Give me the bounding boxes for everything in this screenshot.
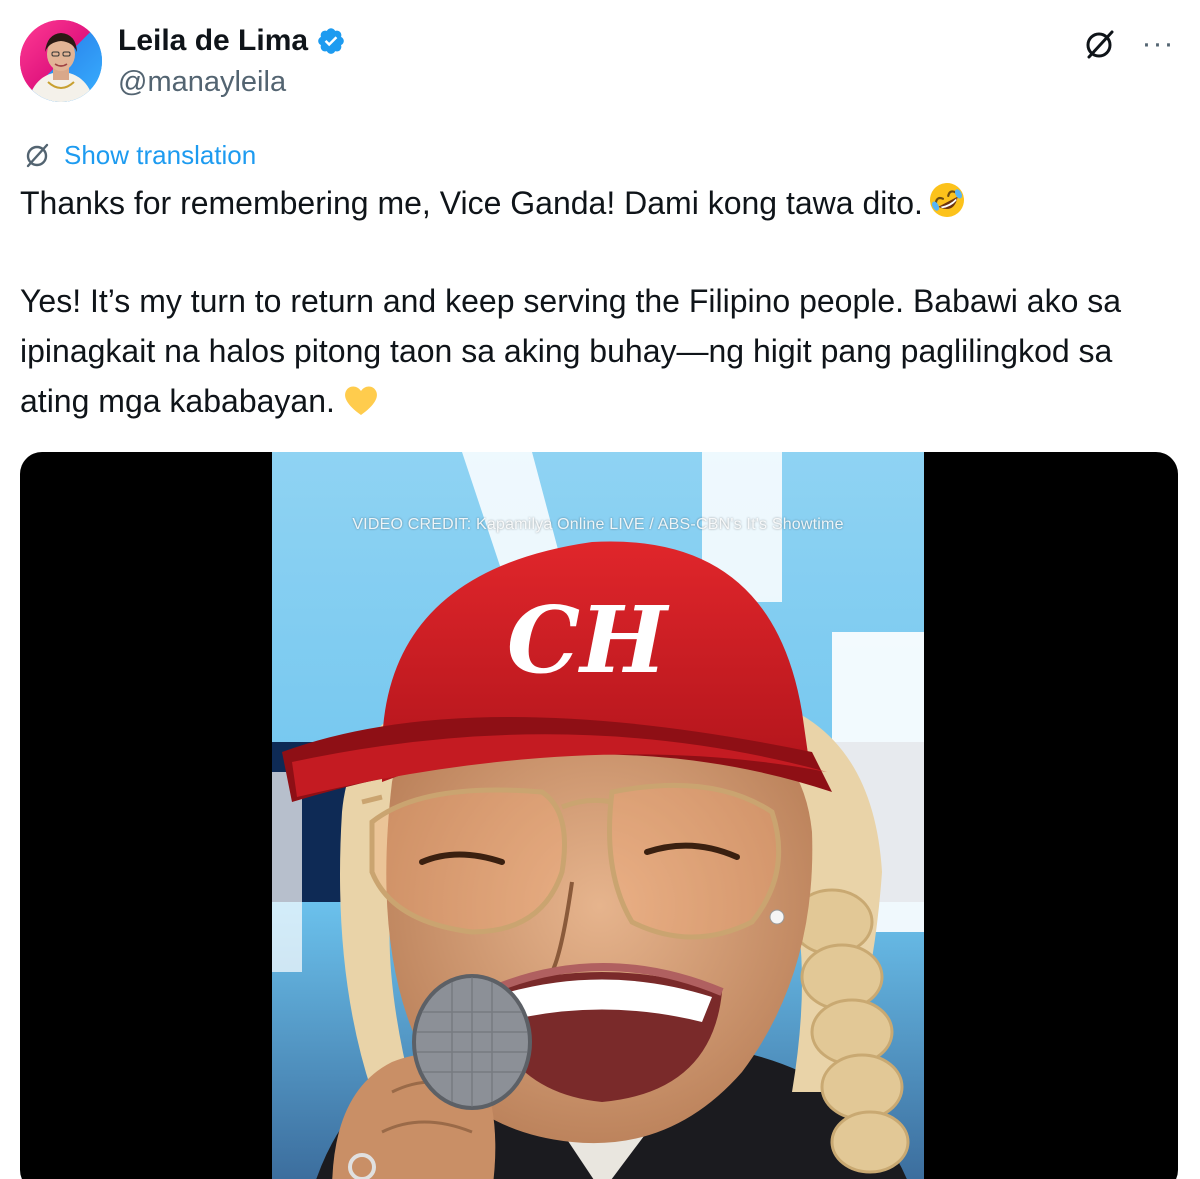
author-avatar[interactable] — [20, 20, 102, 102]
tweet-paragraph-1: Thanks for remembering me, Vice Ganda! D… — [20, 178, 1180, 228]
cap-logo: CH — [507, 586, 670, 694]
verified-badge-icon — [318, 28, 344, 54]
show-translation-label[interactable]: Show translation — [64, 138, 256, 172]
rolling-on-floor-laughing-emoji-icon — [929, 183, 964, 217]
grok-slash-circle-icon[interactable] — [1080, 24, 1120, 64]
avatar-image — [20, 20, 102, 102]
video-credit-caption: VIDEO CREDIT: Kapamilya Online LIVE / AB… — [352, 516, 844, 533]
tweet-paragraph-2: Yes! It’s my turn to return and keep ser… — [20, 276, 1180, 426]
grok-translate-icon — [26, 143, 49, 168]
tweet-text: Thanks for remembering me, Vice Ganda! D… — [20, 178, 1180, 426]
tweet-video[interactable]: CH VIDEO CREDIT: Kapamilya Online LIVE /… — [20, 452, 1178, 1179]
video-frame: CH VIDEO CREDIT: Kapamilya Online LIVE /… — [272, 452, 924, 1179]
tweet-card: Leila de Lima @manayleila ··· Show trans… — [0, 0, 1200, 1179]
author-name[interactable]: Leila de Lima — [118, 22, 346, 60]
author-name-text[interactable]: Leila de Lima — [118, 22, 308, 60]
header-actions: ··· — [1080, 24, 1178, 64]
show-translation-link[interactable]: Show translation — [22, 138, 256, 172]
more-options-icon[interactable]: ··· — [1138, 29, 1178, 59]
author-handle[interactable]: @manayleila — [118, 64, 286, 100]
yellow-heart-emoji-icon — [344, 386, 377, 415]
tweet-paragraph-1-text: Thanks for remembering me, Vice Ganda! D… — [20, 185, 923, 221]
video-still-image: CH — [272, 452, 924, 1179]
tweet-paragraph-2-text: Yes! It’s my turn to return and keep ser… — [20, 283, 1122, 419]
